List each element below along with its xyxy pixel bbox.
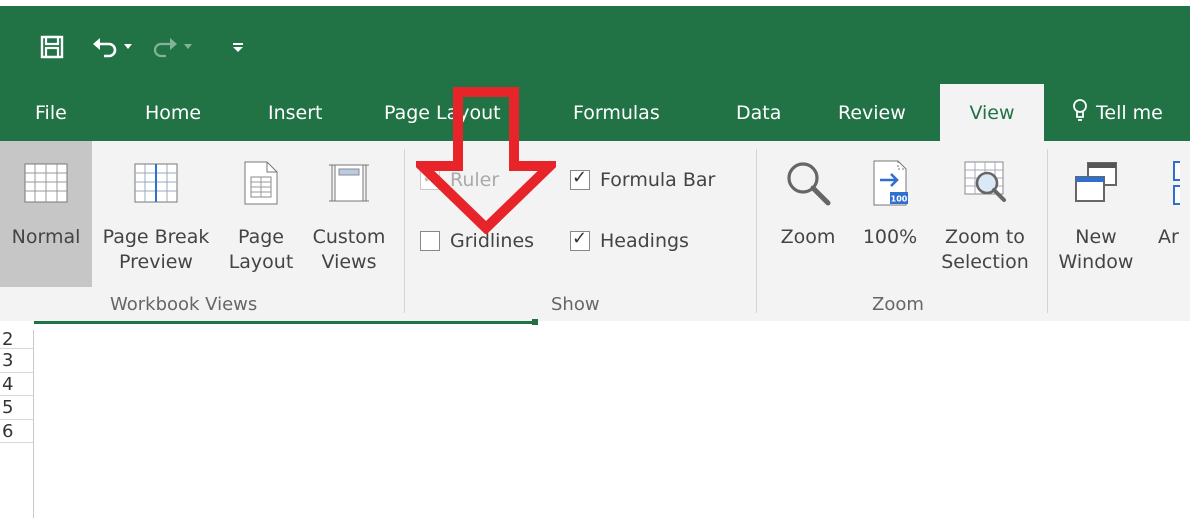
- zoom-to-selection-icon: [961, 141, 1009, 225]
- tab-view[interactable]: View: [940, 84, 1044, 141]
- zoom-group-label: Zoom: [872, 294, 924, 315]
- arrange-all-icon: [1150, 141, 1180, 225]
- group-separator: [404, 149, 405, 313]
- annotation-arrow-icon: [409, 86, 563, 238]
- tab-home[interactable]: Home: [145, 84, 201, 141]
- tab-data[interactable]: Data: [736, 84, 781, 141]
- ribbon: Normal Page Break Preview Page Layout Cu…: [0, 141, 1190, 321]
- tell-me-label: Tell me: [1096, 101, 1163, 124]
- page-layout-view-label: Page Layout: [228, 226, 294, 273]
- svg-text:100: 100: [891, 195, 908, 204]
- normal-view-icon: [24, 141, 68, 225]
- ribbon-tabs: File Home Insert Page Layout Formulas Da…: [0, 84, 1190, 141]
- save-icon[interactable]: [36, 32, 68, 62]
- customize-qat-icon[interactable]: [228, 32, 248, 62]
- row-header[interactable]: 5: [0, 396, 33, 420]
- magnifier-icon: [785, 141, 831, 225]
- page-layout-view-icon: [243, 141, 279, 225]
- lightbulb-icon: [1072, 98, 1088, 127]
- new-window-button[interactable]: New Window: [1056, 141, 1136, 287]
- row-header[interactable]: 4: [0, 373, 33, 396]
- row-header[interactable]: 3: [0, 349, 33, 373]
- tab-tell-me[interactable]: Tell me: [1072, 84, 1163, 141]
- zoom-button[interactable]: Zoom: [766, 141, 850, 287]
- tab-review[interactable]: Review: [838, 84, 906, 141]
- zoom-label: Zoom: [780, 226, 836, 248]
- fill-handle[interactable]: [532, 319, 538, 325]
- worksheet-grid[interactable]: [35, 330, 1190, 518]
- page-break-preview-icon: [134, 141, 178, 225]
- normal-view-button[interactable]: Normal: [0, 141, 92, 287]
- group-separator: [1047, 149, 1048, 313]
- custom-views-icon: [329, 141, 369, 225]
- headings-label: Headings: [600, 230, 689, 252]
- new-window-icon: [1074, 141, 1118, 225]
- normal-view-label: Normal: [11, 226, 81, 248]
- redo-dropdown-icon[interactable]: [180, 32, 196, 62]
- headings-checkbox[interactable]: Headings: [570, 228, 689, 252]
- show-group-label: Show: [551, 294, 600, 315]
- tab-formulas[interactable]: Formulas: [573, 84, 660, 141]
- zoom-100-icon: 100: [870, 141, 910, 225]
- row-header[interactable]: 6: [0, 420, 33, 443]
- custom-views-button[interactable]: Custom Views: [304, 141, 394, 287]
- zoom-100-button[interactable]: 100 100%: [852, 141, 928, 287]
- undo-dropdown-icon[interactable]: [120, 32, 136, 62]
- title-bar: [0, 6, 1190, 84]
- zoom-to-selection-label: Zoom to Selection: [941, 226, 1029, 273]
- arrange-all-label: Ar: [1158, 226, 1179, 248]
- formula-bar-checkbox[interactable]: Formula Bar: [570, 167, 716, 191]
- headings-checkbox-box: [570, 228, 590, 251]
- selected-cell-border: [34, 321, 534, 324]
- tab-file[interactable]: File: [35, 84, 67, 141]
- tab-insert[interactable]: Insert: [268, 84, 323, 141]
- arrange-all-button[interactable]: Ar: [1150, 141, 1190, 287]
- undo-icon[interactable]: [90, 32, 120, 62]
- custom-views-label: Custom Views: [312, 226, 386, 273]
- redo-icon[interactable]: [150, 32, 180, 62]
- row-header[interactable]: 2: [0, 330, 33, 349]
- formula-bar-label: Formula Bar: [600, 169, 716, 191]
- zoom-to-selection-button[interactable]: Zoom to Selection: [930, 141, 1040, 287]
- page-break-preview-button[interactable]: Page Break Preview: [94, 141, 218, 287]
- group-separator: [756, 149, 757, 313]
- formula-bar-checkbox-box: [570, 167, 590, 190]
- new-window-label: New Window: [1058, 226, 1134, 273]
- zoom-100-label: 100%: [862, 226, 918, 248]
- row-headers: 2 3 4 5 6: [0, 330, 34, 518]
- workbook-views-group-label: Workbook Views: [110, 294, 258, 315]
- page-break-preview-label: Page Break Preview: [102, 226, 210, 273]
- page-layout-view-button[interactable]: Page Layout: [218, 141, 304, 287]
